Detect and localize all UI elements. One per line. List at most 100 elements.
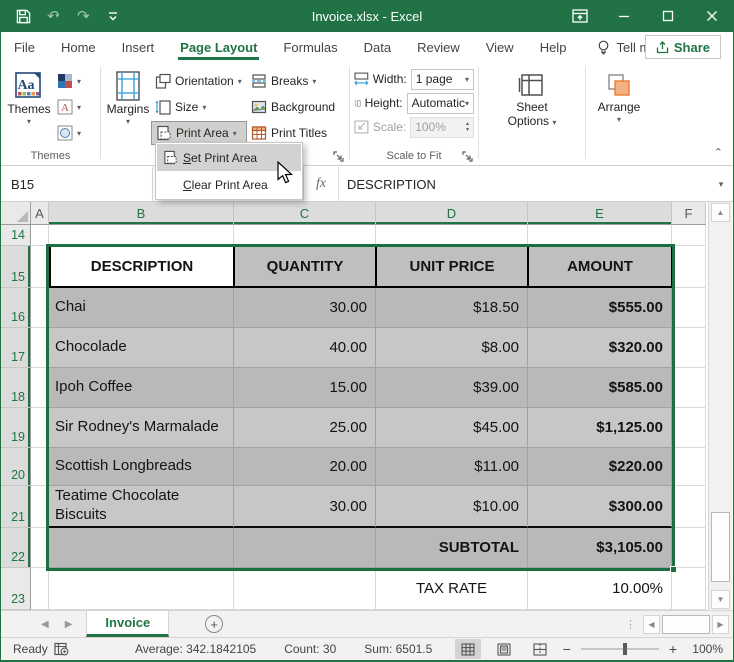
cell-D18[interactable]: $39.00: [376, 368, 528, 408]
cell-F15[interactable]: [672, 246, 706, 288]
cell-B15-description-header[interactable]: DESCRIPTION: [49, 246, 234, 288]
maximize-button[interactable]: [646, 0, 690, 32]
column-header-A[interactable]: A: [31, 202, 49, 225]
cell-A15[interactable]: [31, 246, 49, 288]
cell-B22[interactable]: [49, 528, 234, 568]
cell-B19[interactable]: Sir Rodney's Marmalade: [49, 408, 234, 448]
cell-B14[interactable]: [49, 225, 234, 246]
breaks-button[interactable]: Breaks ▾: [247, 69, 343, 93]
new-sheet-button[interactable]: +: [205, 615, 223, 633]
cell-F22[interactable]: [672, 528, 706, 568]
cell-D14[interactable]: [376, 225, 528, 246]
close-button[interactable]: [690, 0, 734, 32]
cell-B17[interactable]: Chocolade: [49, 328, 234, 368]
zoom-out-button[interactable]: −: [563, 641, 571, 657]
column-header-E[interactable]: E: [528, 202, 672, 225]
cell-E14[interactable]: [528, 225, 672, 246]
cell-A16[interactable]: [31, 288, 49, 328]
save-button[interactable]: [10, 4, 36, 28]
zoom-in-button[interactable]: +: [669, 641, 677, 657]
cell-F14[interactable]: [672, 225, 706, 246]
cell-C21[interactable]: 30.00: [234, 486, 376, 528]
tab-page-layout[interactable]: Page Layout: [178, 34, 259, 60]
tab-formulas[interactable]: Formulas: [281, 34, 339, 60]
row-header-21[interactable]: 21: [1, 486, 31, 528]
cell-C20[interactable]: 20.00: [234, 448, 376, 486]
tab-insert[interactable]: Insert: [120, 34, 157, 60]
horizontal-scrollbar[interactable]: ◀ ▶: [643, 614, 729, 634]
zoom-level[interactable]: 100%: [687, 642, 723, 656]
cell-F18[interactable]: [672, 368, 706, 408]
cell-D22-subtotal-label[interactable]: SUBTOTAL: [376, 528, 528, 568]
scroll-right-button[interactable]: ▶: [712, 615, 729, 634]
cell-E21[interactable]: $300.00: [528, 486, 672, 528]
scale-to-fit-dialog-launcher[interactable]: [462, 149, 474, 161]
cell-B23[interactable]: [49, 568, 234, 610]
customize-qat-button[interactable]: [100, 4, 126, 28]
scroll-left-button[interactable]: ◀: [643, 615, 660, 634]
cell-A21[interactable]: [31, 486, 49, 528]
background-button[interactable]: Background: [247, 95, 343, 119]
theme-effects-button[interactable]: ▾: [53, 121, 85, 145]
cell-C22[interactable]: [234, 528, 376, 568]
cell-E20[interactable]: $220.00: [528, 448, 672, 486]
theme-colors-button[interactable]: ▾: [53, 69, 85, 93]
tab-data[interactable]: Data: [362, 34, 393, 60]
cell-D15-unit-price-header[interactable]: UNIT PRICE: [376, 246, 528, 288]
page-setup-dialog-launcher[interactable]: [333, 149, 345, 161]
collapse-ribbon-button[interactable]: ⌃: [714, 146, 723, 159]
tab-view[interactable]: View: [484, 34, 516, 60]
scroll-up-button[interactable]: ▲: [711, 203, 730, 222]
vertical-scrollbar[interactable]: ▲ ▼: [708, 202, 732, 610]
cell-A20[interactable]: [31, 448, 49, 486]
cell-A23[interactable]: [31, 568, 49, 610]
tab-home[interactable]: Home: [59, 34, 98, 60]
menu-item-set-print-area[interactable]: Set Print Area: [157, 144, 301, 171]
row-header-22[interactable]: 22: [1, 528, 31, 568]
cell-D19[interactable]: $45.00: [376, 408, 528, 448]
cell-C19[interactable]: 25.00: [234, 408, 376, 448]
cell-D16[interactable]: $18.50: [376, 288, 528, 328]
tab-help[interactable]: Help: [538, 34, 569, 60]
cell-B20[interactable]: Scottish Longbreads: [49, 448, 234, 486]
row-header-15[interactable]: 15: [1, 246, 31, 288]
vertical-scroll-thumb[interactable]: [711, 512, 730, 582]
row-header-14[interactable]: 14: [1, 225, 31, 246]
cell-F20[interactable]: [672, 448, 706, 486]
cell-F16[interactable]: [672, 288, 706, 328]
tab-review[interactable]: Review: [415, 34, 462, 60]
column-header-B[interactable]: B: [49, 202, 234, 225]
cell-E22-subtotal-value[interactable]: $3,105.00: [528, 528, 672, 568]
cell-A17[interactable]: [31, 328, 49, 368]
cell-A22[interactable]: [31, 528, 49, 568]
row-header-16[interactable]: 16: [1, 288, 31, 328]
cell-E18[interactable]: $585.00: [528, 368, 672, 408]
macro-record-button[interactable]: [49, 642, 73, 656]
tab-file[interactable]: File: [12, 34, 37, 60]
select-all-button[interactable]: [1, 202, 31, 225]
ribbon-display-options-button[interactable]: [558, 0, 602, 32]
cell-C16[interactable]: 30.00: [234, 288, 376, 328]
margins-button[interactable]: Margins ▾: [105, 67, 151, 165]
cell-F23[interactable]: [672, 568, 706, 610]
cell-C14[interactable]: [234, 225, 376, 246]
cell-C18[interactable]: 15.00: [234, 368, 376, 408]
page-layout-view-button[interactable]: [491, 639, 517, 659]
expand-formula-bar-button[interactable]: ▾: [709, 167, 733, 201]
row-header-23[interactable]: 23: [1, 568, 31, 610]
cell-E15-amount-header[interactable]: AMOUNT: [528, 246, 672, 288]
column-header-D[interactable]: D: [376, 202, 528, 225]
column-header-F[interactable]: F: [672, 202, 706, 225]
height-dropdown[interactable]: Automatic▾: [407, 93, 474, 114]
zoom-slider[interactable]: [581, 648, 659, 650]
cell-A14[interactable]: [31, 225, 49, 246]
cell-F19[interactable]: [672, 408, 706, 448]
cell-F17[interactable]: [672, 328, 706, 368]
normal-view-button[interactable]: [455, 639, 481, 659]
scroll-down-button[interactable]: ▼: [711, 590, 730, 609]
row-header-19[interactable]: 19: [1, 408, 31, 448]
cell-A19[interactable]: [31, 408, 49, 448]
share-button[interactable]: Share: [645, 35, 721, 59]
arrange-button[interactable]: Arrange ▾: [590, 67, 648, 165]
formula-input[interactable]: DESCRIPTION: [339, 167, 709, 201]
